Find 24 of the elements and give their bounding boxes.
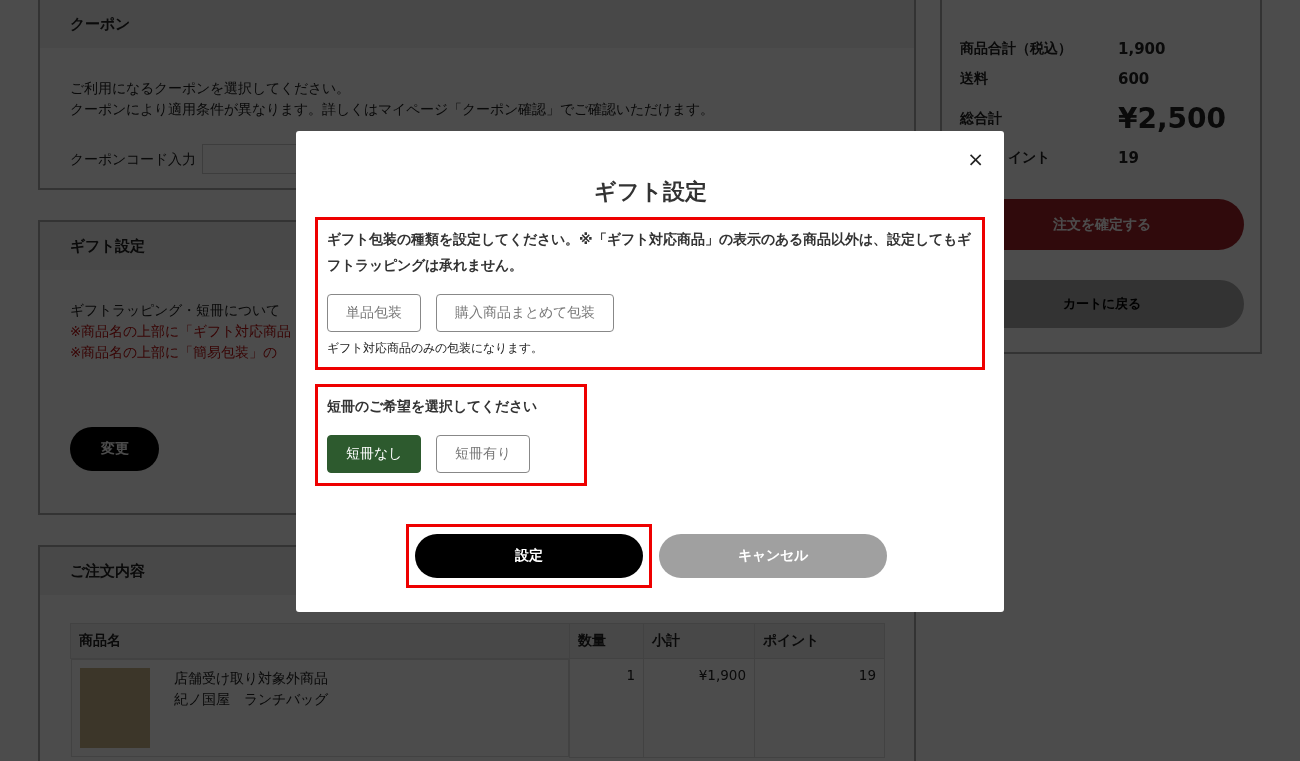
summary-value: 19: [1118, 149, 1139, 167]
summary-value: ¥2,500: [1118, 102, 1227, 135]
summary-label: 商品合計（税込）: [960, 40, 1072, 56]
cancel-button[interactable]: キャンセル: [658, 534, 887, 578]
body-text: ご利用になるクーポンを選択してください。: [70, 79, 350, 98]
option-button[interactable]: 短冊なし: [327, 435, 421, 473]
option-button[interactable]: 短冊有り: [436, 435, 530, 473]
dialog-title: ギフト設定: [592, 178, 708, 206]
field-label: クーポンコード入力: [70, 149, 196, 169]
product-name: 店舗受け取り対象外商品: [173, 669, 328, 688]
group-heading: 短冊のご希望を選択してください: [327, 397, 538, 416]
option-button[interactable]: 購入商品まとめて包装: [436, 294, 614, 332]
summary-value: 600: [1118, 70, 1150, 88]
submit-button[interactable]: 設定: [414, 534, 643, 578]
note-text: ギフト対応商品のみの包装になります。: [327, 340, 543, 357]
summary-value: 1,900: [1118, 40, 1166, 58]
close-button[interactable]: ×: [965, 147, 986, 171]
summary-label: 総合計: [960, 109, 1002, 126]
option-button[interactable]: 単品包装: [327, 294, 421, 332]
product-name: 紀ノ国屋 ランチバッグ: [173, 690, 328, 709]
summary-label: 送料: [960, 70, 988, 86]
body-text: ギフトラッピング・短冊について: [70, 301, 280, 320]
summary-label: イント: [1008, 149, 1050, 165]
body-text: クーポンにより適用条件が異なります。詳しくはマイページ「クーポン確認」でご確認いただけます。: [70, 100, 714, 119]
